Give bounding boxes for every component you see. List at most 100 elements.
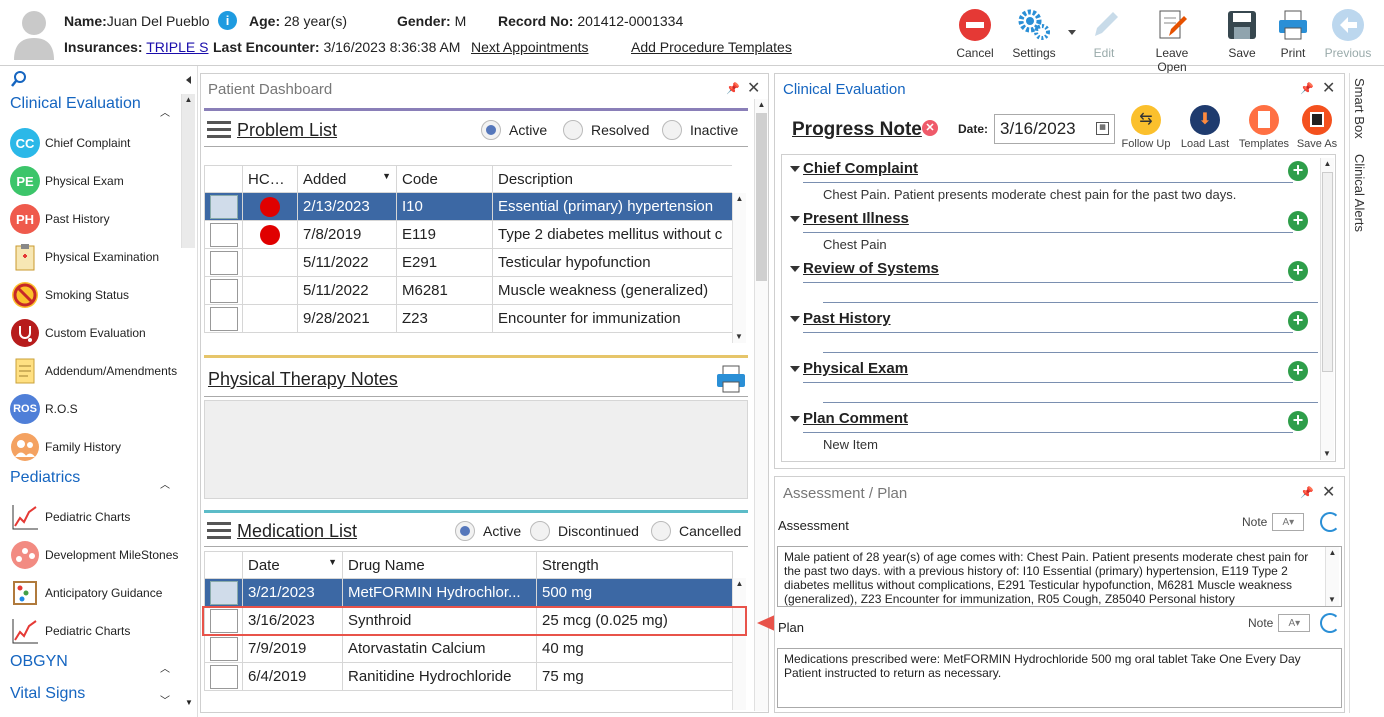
settings-dropdown-icon[interactable] xyxy=(1068,30,1076,35)
nav-chief-complaint[interactable]: CC Chief Complaint xyxy=(10,126,190,160)
problem-list-title[interactable]: Problem List xyxy=(237,120,337,141)
section-pediatrics[interactable]: Pediatrics xyxy=(10,469,80,487)
close-icon[interactable]: ✕ xyxy=(1322,78,1335,98)
select-column-header[interactable] xyxy=(204,165,243,193)
leave-open-button[interactable]: Leave Open xyxy=(1140,6,1204,74)
column-drug-name[interactable]: Drug Name xyxy=(342,551,537,579)
add-icon[interactable]: + xyxy=(1288,161,1308,181)
scroll-up-arrow-icon[interactable]: ▲ xyxy=(1321,158,1334,170)
scroll-up-arrow-icon[interactable]: ▲ xyxy=(755,99,768,111)
menu-icon[interactable] xyxy=(207,522,231,540)
chevron-up-icon[interactable]: ︿ xyxy=(160,104,170,119)
row-checkbox[interactable] xyxy=(210,636,238,661)
row-checkbox[interactable] xyxy=(210,250,238,275)
filter-active-radio[interactable]: Active xyxy=(481,120,547,140)
chevron-down-icon[interactable]: ﹀ xyxy=(160,692,170,707)
column-hcc[interactable]: HCC ▲ xyxy=(242,165,298,193)
add-icon[interactable]: + xyxy=(1288,261,1308,281)
nav-physical-examination[interactable]: Physical Examination xyxy=(10,240,190,274)
filter-dropdown-icon[interactable]: ▼ xyxy=(328,557,337,567)
section-title[interactable]: Review of Systems xyxy=(788,260,1308,282)
load-last-button[interactable]: ⬇ Load Last xyxy=(1177,105,1233,150)
nav-physical-exam[interactable]: PE Physical Exam xyxy=(10,164,190,198)
nav-anticipatory-guidance[interactable]: Anticipatory Guidance xyxy=(10,576,190,610)
pin-icon[interactable]: 📌 xyxy=(726,82,740,95)
section-review-of-systems[interactable]: Review of Systems + xyxy=(788,260,1318,303)
table-row[interactable]: 5/11/2022 E291 Testicular hypofunction xyxy=(204,248,732,277)
section-title[interactable]: Past History xyxy=(788,310,1308,332)
pin-icon[interactable]: 📌 xyxy=(1300,82,1314,95)
calendar-icon[interactable]: ▦ xyxy=(1096,122,1109,135)
section-chief-complaint[interactable]: Chief Complaint + Chest Pain. Patient pres… xyxy=(788,160,1308,202)
filter-cancelled-radio[interactable]: Cancelled xyxy=(651,521,741,541)
row-checkbox[interactable] xyxy=(210,278,238,303)
nav-pediatric-charts[interactable]: Pediatric Charts xyxy=(10,500,190,534)
problem-list-scrollbar[interactable]: ▲ ▼ xyxy=(732,193,746,343)
clinical-alerts-tab[interactable]: Clinical Alerts xyxy=(1352,154,1367,232)
close-icon[interactable]: ✕ xyxy=(747,78,760,98)
medication-list-title[interactable]: Medication List xyxy=(237,521,357,542)
table-row[interactable]: 7/9/2019 Atorvastatin Calcium 40 mg xyxy=(204,634,733,663)
filter-active-radio[interactable]: Active xyxy=(455,521,521,541)
section-title[interactable]: Physical Exam xyxy=(788,360,1308,382)
pt-notes-title[interactable]: Physical Therapy Notes xyxy=(208,369,398,390)
column-description[interactable]: Description xyxy=(492,165,732,193)
table-row[interactable]: 2/13/2023 I10 Essential (primary) hypert… xyxy=(204,192,732,221)
row-checkbox[interactable] xyxy=(210,580,238,605)
date-field[interactable]: 3/16/2023 ▦ xyxy=(994,114,1115,144)
close-icon[interactable]: ✕ xyxy=(1322,482,1335,502)
scroll-up-arrow-icon[interactable]: ▲ xyxy=(733,193,746,205)
scroll-down-arrow-icon[interactable]: ▼ xyxy=(1321,448,1333,460)
add-icon[interactable]: + xyxy=(1288,311,1308,331)
add-icon[interactable]: + xyxy=(1288,361,1308,381)
section-plan-comment[interactable]: Plan Comment + New Item xyxy=(788,410,1308,452)
column-code[interactable]: Code xyxy=(396,165,493,193)
smart-box-tab[interactable]: Smart Box xyxy=(1352,78,1367,139)
plan-note-button[interactable]: Note A▾ xyxy=(1248,614,1311,632)
cancel-button[interactable]: Cancel xyxy=(948,6,1002,64)
table-row[interactable]: 7/8/2019 E119 Type 2 diabetes mellitus w… xyxy=(204,220,732,249)
search-icon[interactable] xyxy=(10,70,28,88)
nav-family-history[interactable]: Family History xyxy=(10,430,190,464)
row-checkbox[interactable] xyxy=(210,664,238,689)
section-title[interactable]: Present Illness xyxy=(788,210,1308,232)
text-format-icon[interactable]: A▾ xyxy=(1278,614,1311,632)
table-row[interactable]: 9/28/2021 Z23 Encounter for immunization xyxy=(204,304,732,333)
assessment-note-button[interactable]: Note A▾ xyxy=(1242,513,1305,531)
section-present-illness[interactable]: Present Illness + Chest Pain xyxy=(788,210,1308,252)
nav-pediatric-charts-2[interactable]: Pediatric Charts xyxy=(10,614,190,648)
row-checkbox[interactable] xyxy=(210,306,238,331)
save-button[interactable]: Save xyxy=(1215,6,1269,64)
scroll-down-arrow-icon[interactable]: ▼ xyxy=(733,331,745,343)
table-row[interactable]: 3/21/2023 MetFORMIN Hydrochlor... 500 mg xyxy=(204,578,733,607)
filter-discontinued-radio[interactable]: Discontinued xyxy=(530,521,639,541)
scroll-up-arrow-icon[interactable]: ▲ xyxy=(182,94,195,106)
previous-button[interactable]: Previous xyxy=(1321,6,1375,64)
add-icon[interactable]: + xyxy=(1288,411,1308,431)
follow-up-button[interactable]: ⇆ Follow Up xyxy=(1117,105,1175,150)
select-column-header[interactable] xyxy=(204,551,243,579)
section-physical-exam[interactable]: Physical Exam + xyxy=(788,360,1318,403)
scroll-down-arrow-icon[interactable]: ▼ xyxy=(1326,594,1338,606)
column-strength[interactable]: Strength xyxy=(536,551,733,579)
settings-button[interactable]: Settings xyxy=(1007,6,1061,64)
filter-dropdown-icon[interactable]: ▼ xyxy=(382,171,391,181)
section-title[interactable]: Plan Comment xyxy=(788,410,1308,432)
plan-textarea[interactable]: Medications prescribed were: MetFORMIN H… xyxy=(777,648,1342,708)
templates-button[interactable]: Templates xyxy=(1235,105,1293,150)
scroll-down-arrow-icon[interactable]: ▼ xyxy=(182,698,196,707)
section-clinical-evaluation[interactable]: Clinical Evaluation xyxy=(10,95,141,113)
row-checkbox[interactable] xyxy=(210,194,238,219)
save-as-button[interactable]: Save As xyxy=(1294,105,1340,150)
table-row[interactable]: 5/11/2022 M6281 Muscle weakness (general… xyxy=(204,276,732,305)
nav-smoking-status[interactable]: Smoking Status xyxy=(10,278,190,312)
print-button[interactable]: Print xyxy=(1266,6,1320,64)
pin-icon[interactable]: 📌 xyxy=(1300,486,1314,499)
remove-note-icon[interactable]: ✕ xyxy=(922,120,938,136)
nav-past-history[interactable]: PH Past History xyxy=(10,202,190,236)
section-past-history[interactable]: Past History + xyxy=(788,310,1318,353)
column-date[interactable]: Date ▼ xyxy=(242,551,343,579)
scroll-up-arrow-icon[interactable]: ▲ xyxy=(1326,547,1339,559)
nav-addendum-amendments[interactable]: Addendum/Amendments xyxy=(10,354,190,388)
section-obgyn[interactable]: OBGYN xyxy=(10,653,68,671)
